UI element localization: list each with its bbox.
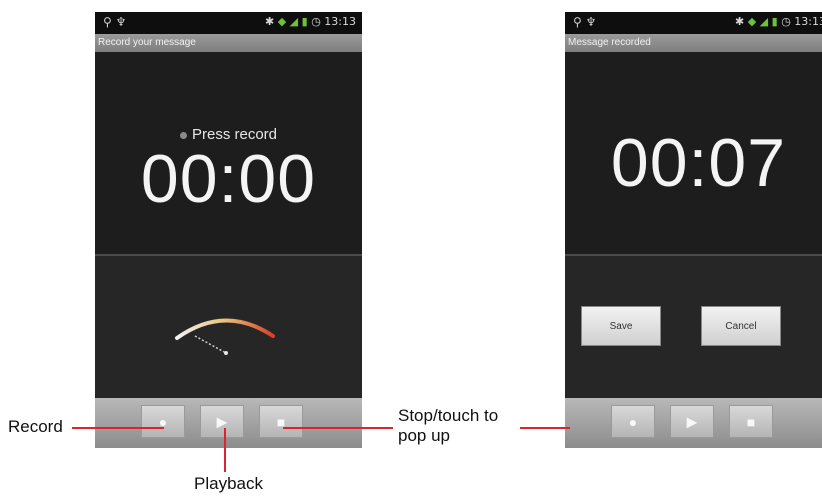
callout-playback: Playback [194,474,263,493]
callout-record: Record [8,417,63,436]
battery-icon: ▮ [771,15,778,28]
callout-line-playback [224,428,226,472]
cancel-button[interactable]: Cancel [701,306,781,346]
battery-icon: ▮ [301,15,308,28]
status-time: 13:13 [324,15,356,28]
callout-stop-line1: Stop/touch to [398,406,499,425]
play-icon: ▶ [686,413,698,429]
alarm-icon: ◷ [781,15,791,28]
timer-display: 00:00 [140,141,317,217]
signal-icon: ◢ [289,15,299,28]
title-bar: Message recorded [565,34,822,52]
status-time: 13:13 [794,15,822,28]
callout-stop-line2: pop up [398,426,450,445]
timer-panel: Press record 00:00 [95,52,362,254]
status-dot-icon [179,131,187,139]
callout-line-stop-right [520,427,570,429]
callout-stop: Stop/touch to pop up [398,406,498,446]
play-button[interactable]: ▶ [670,405,714,438]
usb-icon: ⚲ ♆ [573,15,597,29]
status-bar: ⚲ ♆ ✱ ◆ ◢ ▮ ◷ 13:13 [95,12,362,34]
phone-screen-left: ⚲ ♆ ✱ ◆ ◢ ▮ ◷ 13:13 Record your message … [95,12,362,448]
level-meter-icon [175,318,275,355]
control-bar: ● ▶ ■ [565,398,822,448]
title-bar: Record your message [95,34,362,52]
record-button[interactable]: ● [141,405,185,438]
save-button[interactable]: Save [581,306,661,346]
wifi-icon: ◆ [277,15,287,28]
stop-icon: ■ [746,413,756,430]
callout-line-record [72,427,164,429]
signal-icon: ◢ [759,15,769,28]
status-bar: ⚲ ♆ ✱ ◆ ◢ ▮ ◷ 13:13 [565,12,822,34]
record-button[interactable]: ● [611,405,655,438]
status-icons: ✱ ◆ ◢ ▮ ◷ 13:13 [735,15,822,28]
alarm-icon: ◷ [311,15,321,28]
callout-line-stop [283,427,393,429]
level-meter-panel [95,256,362,398]
stop-button[interactable]: ■ [259,405,303,438]
bluetooth-icon: ✱ [264,15,275,28]
bluetooth-icon: ✱ [734,15,745,28]
status-icons: ✱ ◆ ◢ ▮ ◷ 13:13 [265,15,356,28]
usb-icon: ⚲ ♆ [103,15,127,29]
record-icon: ● [628,413,638,430]
phone-screen-right: ⚲ ♆ ✱ ◆ ◢ ▮ ◷ 13:13 Message recorded 00:… [565,12,822,448]
stop-button[interactable]: ■ [729,405,773,438]
timer-panel: 00:07 [565,52,822,254]
timer-display: 00:07 [610,125,787,201]
play-button[interactable]: ▶ [200,405,244,438]
wifi-icon: ◆ [747,15,757,28]
control-bar: ● ▶ ■ [95,398,362,448]
